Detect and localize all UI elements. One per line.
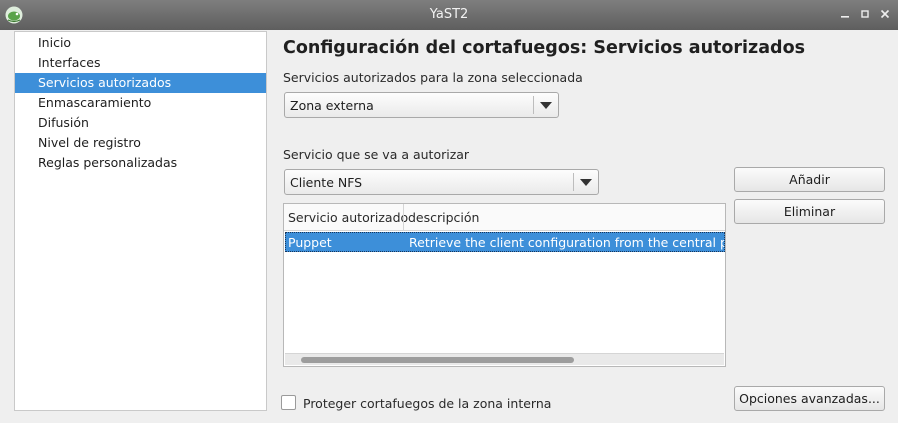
- sidebar-tree: Inicio Interfaces Servicios autorizados …: [14, 31, 267, 411]
- combo-separator: [573, 173, 574, 191]
- protect-internal-zone-checkbox[interactable]: [281, 395, 296, 410]
- authorized-services-table: Servicio autorizado descripción Puppet R…: [283, 203, 726, 367]
- sidebar-item-inicio[interactable]: Inicio: [15, 33, 266, 53]
- page-title: Configuración del cortafuegos: Servicios…: [283, 38, 806, 58]
- table-row[interactable]: Puppet Retrieve the client configuration…: [285, 232, 725, 252]
- sidebar-item-interfaces[interactable]: Interfaces: [15, 53, 266, 73]
- scrollbar-thumb[interactable]: [301, 357, 574, 363]
- protect-internal-zone-label[interactable]: Proteger cortafuegos de la zona interna: [303, 396, 551, 411]
- table-header: Servicio autorizado descripción: [284, 204, 725, 231]
- zone-select[interactable]: Zona externa: [284, 92, 559, 118]
- service-select[interactable]: Cliente NFS: [284, 169, 599, 195]
- maximize-icon[interactable]: [858, 6, 872, 22]
- horizontal-scrollbar[interactable]: [285, 353, 724, 365]
- close-icon[interactable]: [878, 6, 892, 22]
- row-service-cell: Puppet: [288, 235, 332, 250]
- advanced-options-button[interactable]: Opciones avanzadas...: [734, 386, 885, 411]
- window-titlebar: YaST2: [0, 0, 898, 30]
- column-header-service[interactable]: Servicio autorizado: [288, 210, 408, 225]
- chevron-down-icon: [580, 179, 592, 186]
- chevron-down-icon: [540, 102, 552, 109]
- remove-button[interactable]: Eliminar: [734, 199, 885, 224]
- sidebar-item-nivel-de-registro[interactable]: Nivel de registro: [15, 133, 266, 153]
- combo-separator: [533, 96, 534, 114]
- column-header-description[interactable]: descripción: [408, 210, 479, 225]
- sidebar-item-reglas-personalizadas[interactable]: Reglas personalizadas: [15, 153, 266, 173]
- window-title: YaST2: [429, 7, 469, 22]
- sidebar-item-servicios-autorizados[interactable]: Servicios autorizados: [15, 73, 266, 93]
- add-button[interactable]: Añadir: [734, 167, 885, 192]
- column-divider[interactable]: [403, 204, 404, 230]
- zone-label: Servicios autorizados para la zona selec…: [283, 70, 583, 85]
- zone-select-value: Zona externa: [290, 98, 374, 113]
- sidebar-item-difusion[interactable]: Difusión: [15, 113, 266, 133]
- service-select-value: Cliente NFS: [290, 175, 363, 190]
- sidebar-item-enmascaramiento[interactable]: Enmascaramiento: [15, 93, 266, 113]
- row-description-cell: Retrieve the client configuration from t…: [409, 235, 724, 250]
- minimize-icon[interactable]: [838, 6, 852, 22]
- service-label: Servicio que se va a autorizar: [283, 147, 470, 162]
